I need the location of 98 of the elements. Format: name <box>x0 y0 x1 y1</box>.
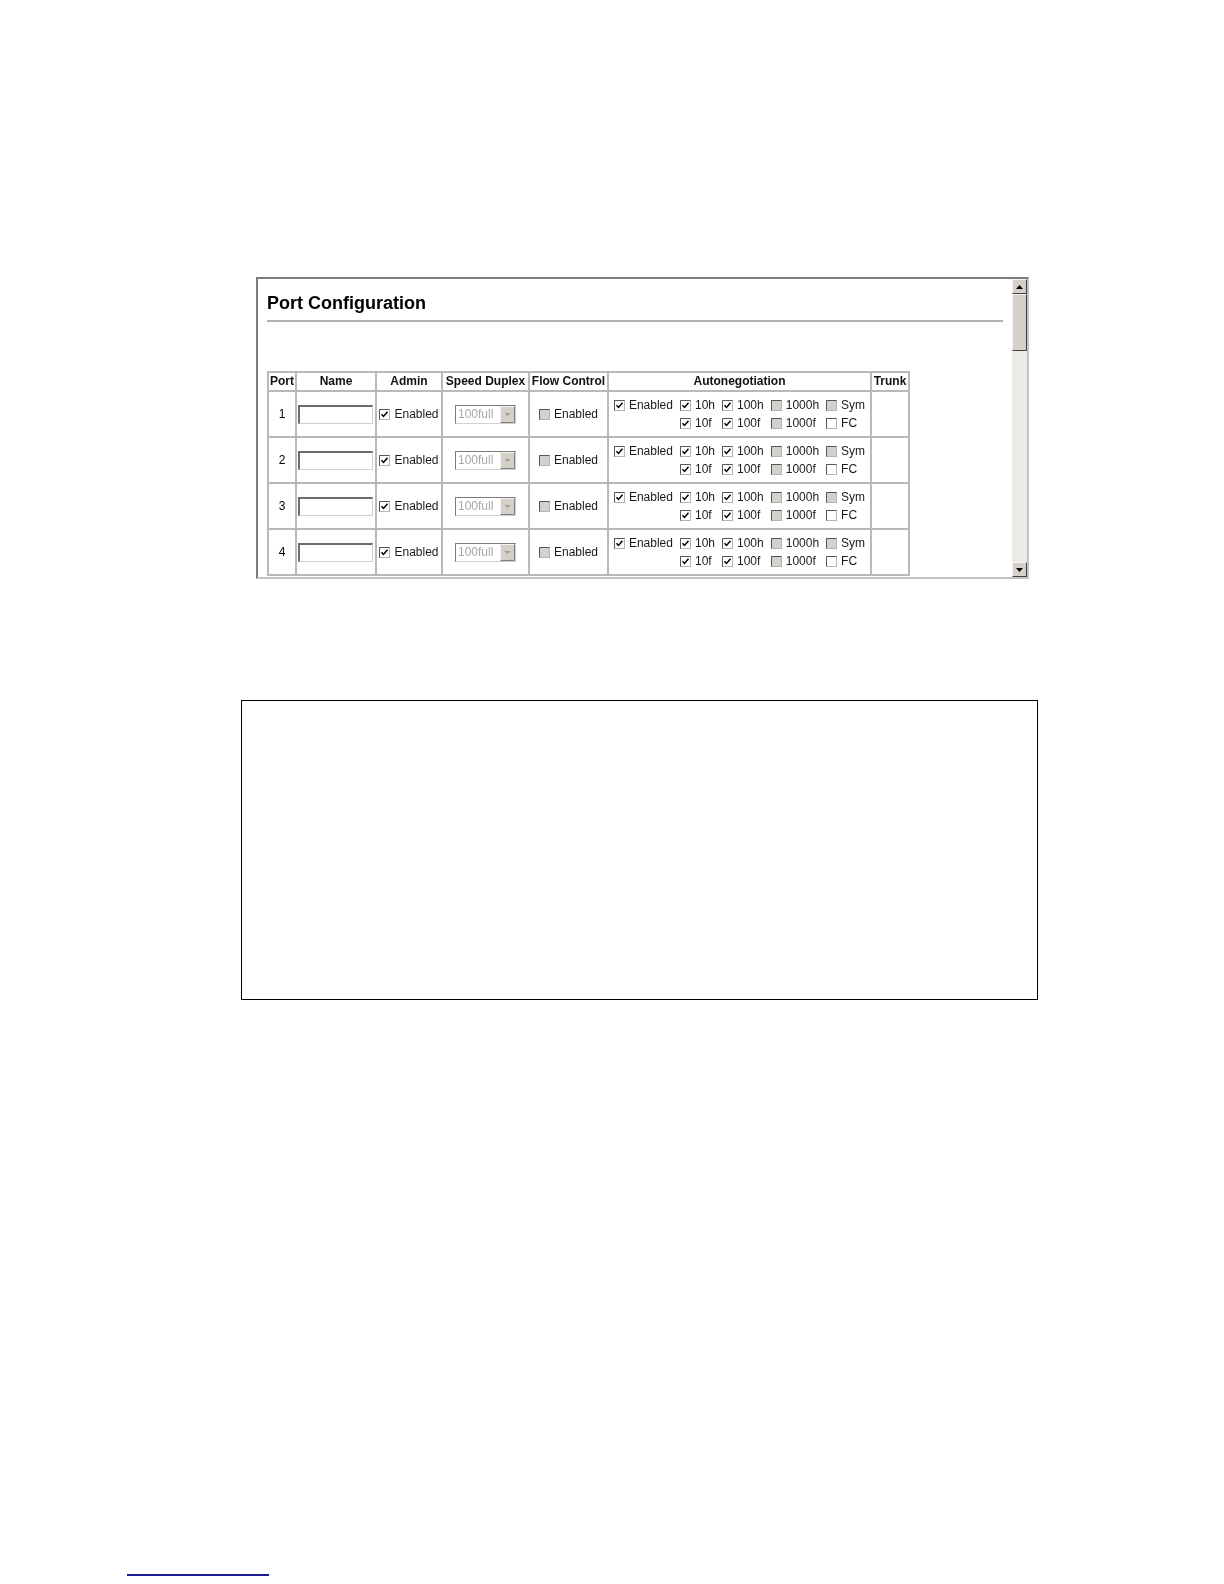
checkbox-label: 1000h <box>785 490 820 504</box>
checkbox[interactable] <box>679 417 691 429</box>
checkbox-label: Enabled <box>394 453 439 468</box>
checkbox-label: 1000f <box>785 416 816 430</box>
checkbox[interactable] <box>679 399 691 411</box>
checkbox-label: 100f <box>737 554 761 568</box>
checkbox-label: 10h <box>694 398 715 412</box>
name-input-field[interactable] <box>298 496 373 516</box>
checkbox[interactable] <box>722 445 733 457</box>
checkbox-label: Enabled <box>553 407 598 422</box>
name-input-field[interactable] <box>298 542 373 562</box>
up-arrow-icon <box>1016 284 1023 289</box>
checkbox-label: 1000f <box>785 554 816 568</box>
column-header: Autonegotiation <box>608 372 871 391</box>
checkbox-label: 10f <box>694 554 712 568</box>
column-header: Port <box>268 372 296 391</box>
checkbox-label: Sym <box>841 490 866 504</box>
caret-icon <box>500 497 515 515</box>
checkbox[interactable] <box>722 555 733 567</box>
checkbox-label: 10h <box>694 444 715 458</box>
checkbox-label: Sym <box>841 444 866 458</box>
checkbox[interactable] <box>722 537 733 549</box>
checkbox[interactable] <box>379 408 391 420</box>
caret-icon <box>500 451 515 469</box>
checkbox-label: 100h <box>737 490 764 504</box>
caret-icon <box>500 405 515 423</box>
checkbox-label: 10h <box>694 536 715 550</box>
checkbox[interactable] <box>722 509 733 521</box>
port-number: 3 <box>278 499 286 513</box>
down-arrow-icon <box>1016 567 1023 572</box>
scroll-up-button[interactable] <box>1012 279 1027 294</box>
column-header: Trunk <box>871 372 909 391</box>
checkbox-label: Enabled <box>553 499 598 514</box>
checkbox-label: 1000h <box>785 444 820 458</box>
checkbox[interactable] <box>613 491 625 503</box>
checkbox-label: FC <box>841 554 858 568</box>
name-input-field[interactable] <box>298 404 373 424</box>
checkbox[interactable] <box>679 537 691 549</box>
checkbox[interactable] <box>722 417 733 429</box>
column-header: Speed Duplex <box>442 372 529 391</box>
port-number: 2 <box>278 453 286 467</box>
name-input-field[interactable] <box>298 450 373 470</box>
checkbox-label: Sym <box>841 398 866 412</box>
checkbox[interactable] <box>722 491 733 503</box>
checkbox-label: FC <box>841 416 858 430</box>
checkbox-label: 100f <box>737 462 761 476</box>
checkbox[interactable] <box>613 537 625 549</box>
checkbox[interactable] <box>679 509 691 521</box>
checkbox-label: 1000f <box>785 508 816 522</box>
checkbox-label: FC <box>841 508 858 522</box>
checkbox-label: 100f <box>737 416 761 430</box>
column-header: Name <box>296 372 376 391</box>
checkbox[interactable] <box>379 546 391 558</box>
checkbox-label: Enabled <box>628 536 673 550</box>
checkbox-label: 100h <box>737 536 764 550</box>
checkbox-label: Enabled <box>394 545 439 560</box>
caret-icon <box>500 543 515 561</box>
checkbox[interactable] <box>679 445 691 457</box>
checkbox-label: 10f <box>694 416 712 430</box>
checkbox[interactable] <box>379 454 391 466</box>
checkbox[interactable] <box>826 417 838 429</box>
scroll-down-button[interactable] <box>1012 562 1027 577</box>
port-number: 4 <box>278 545 286 559</box>
checkbox-label: 1000f <box>785 462 816 476</box>
checkbox-label: 100f <box>737 508 761 522</box>
checkbox[interactable] <box>613 445 625 457</box>
checkbox[interactable] <box>826 555 838 567</box>
checkbox-label: 1000h <box>785 536 820 550</box>
checkbox-label: 100h <box>737 444 764 458</box>
checkbox-label: 10f <box>694 462 712 476</box>
checkbox-label: Enabled <box>628 398 673 412</box>
page-title: Port Configuration <box>267 292 426 314</box>
checkbox-label: Enabled <box>553 453 598 468</box>
checkbox-label: Sym <box>841 536 866 550</box>
port-number: 1 <box>278 407 286 421</box>
checkbox-label: 10f <box>694 508 712 522</box>
scrollbar-track[interactable] <box>1012 279 1027 577</box>
checkbox[interactable] <box>679 491 691 503</box>
checkbox-label: Enabled <box>394 499 439 514</box>
checkbox[interactable] <box>679 555 691 567</box>
checkbox-label: Enabled <box>628 490 673 504</box>
checkbox[interactable] <box>613 399 625 411</box>
checkbox[interactable] <box>722 399 733 411</box>
checkbox[interactable] <box>722 463 733 475</box>
checkbox[interactable] <box>379 500 391 512</box>
column-header: Admin <box>376 372 442 391</box>
checkbox[interactable] <box>826 463 838 475</box>
checkbox[interactable] <box>826 509 838 521</box>
checkbox-label: Enabled <box>553 545 598 560</box>
checkbox[interactable] <box>679 463 691 475</box>
checkbox-label: 100h <box>737 398 764 412</box>
checkbox-label: Enabled <box>628 444 673 458</box>
column-header: Flow Control <box>529 372 608 391</box>
checkbox-label: FC <box>841 462 858 476</box>
checkbox-label: Enabled <box>394 407 439 422</box>
scrollbar-thumb[interactable] <box>1012 294 1027 351</box>
checkbox-label: 1000h <box>785 398 820 412</box>
checkbox-label: 10h <box>694 490 715 504</box>
